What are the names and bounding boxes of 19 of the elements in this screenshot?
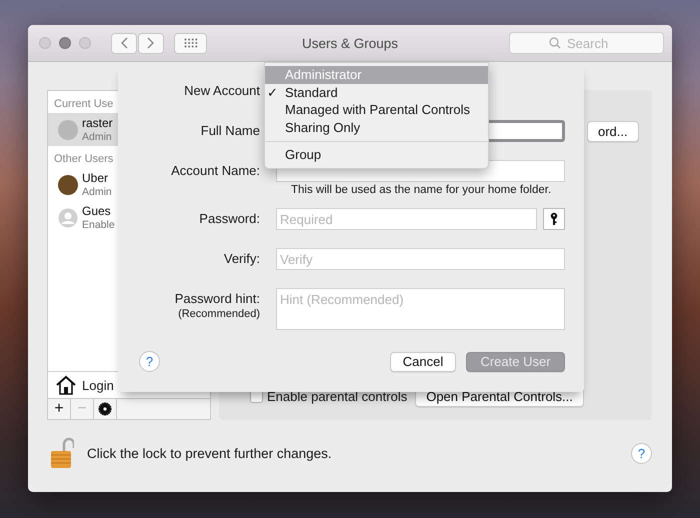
field-sublabel: (Recommended) — [178, 308, 260, 320]
field-label: Verify: — [224, 252, 260, 266]
user-role: Admin — [82, 184, 112, 198]
field-label: New Account — [183, 82, 260, 98]
field-label: Account Name: — [171, 164, 260, 178]
section-header: Current Use — [53, 97, 114, 112]
window-title: Users & Groups — [302, 36, 398, 50]
user-role: Admin — [82, 130, 113, 144]
user-role: Enable — [82, 218, 115, 232]
user-name: Gues — [82, 204, 112, 218]
field-note: This will be used as the name for your home folder. — [291, 184, 552, 198]
user-name: Uber — [82, 170, 110, 184]
checkbox-label: Enable parental controls — [267, 389, 408, 404]
lock-message: Click the lock to prevent further changes. — [87, 446, 332, 460]
user-name: raster — [82, 116, 113, 130]
field-label: Password: — [199, 212, 260, 226]
section-header: Other Users — [53, 152, 114, 167]
field-label: Full Name — [200, 124, 260, 138]
field-label: Password hint: — [174, 292, 260, 306]
